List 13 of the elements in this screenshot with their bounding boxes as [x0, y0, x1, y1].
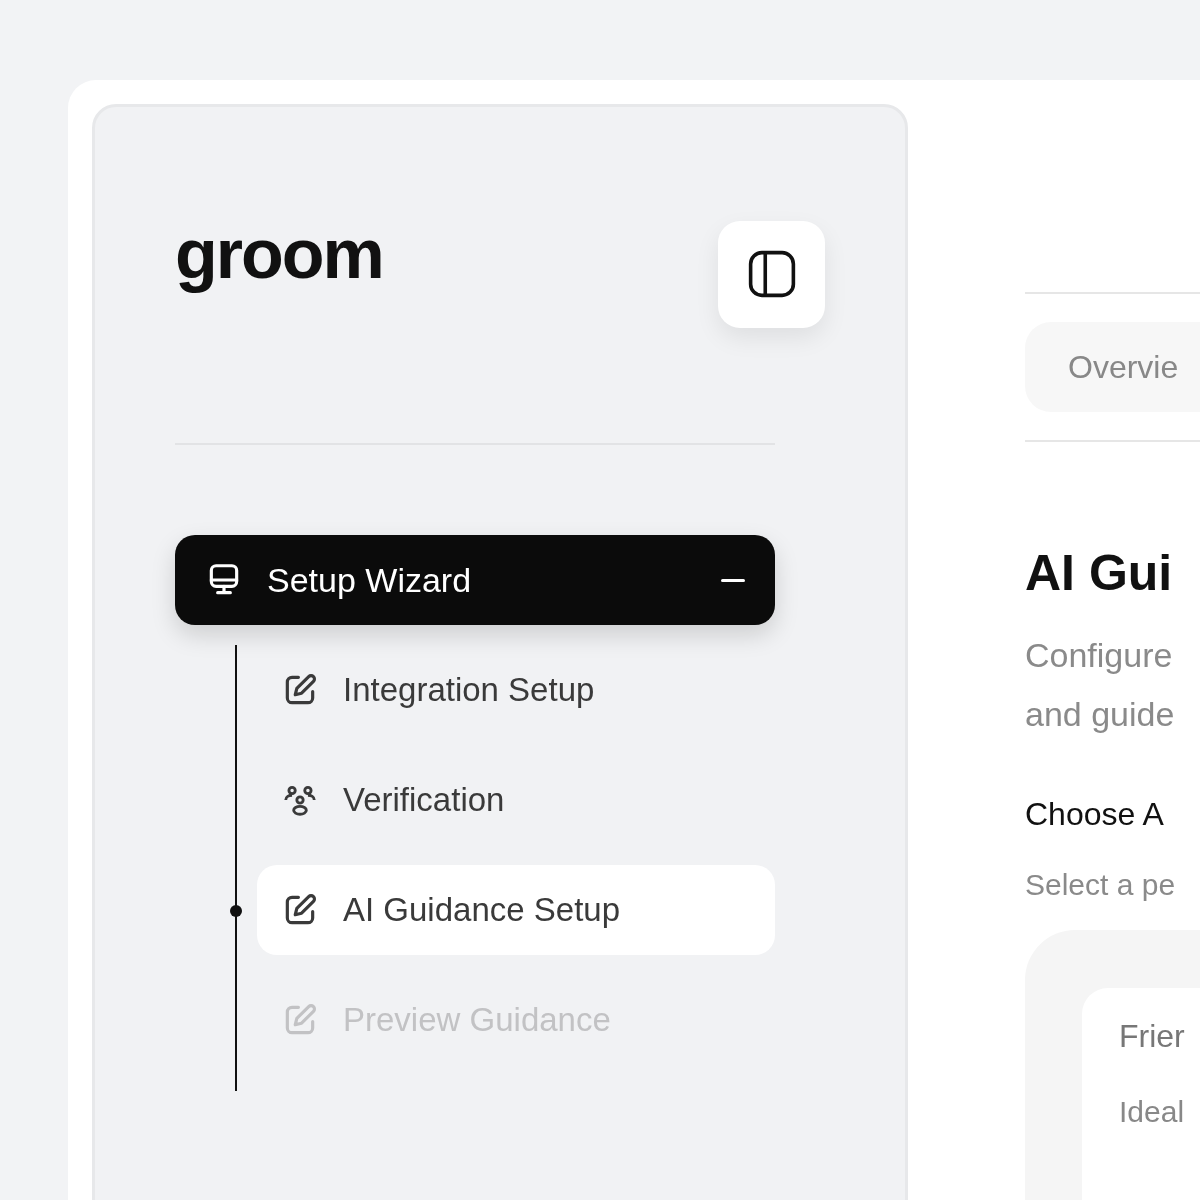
nav-group-header[interactable]: Setup Wizard [175, 535, 775, 625]
description-line: and guide [1025, 694, 1176, 735]
section-hint: Select a pe [1025, 870, 1177, 900]
option-card[interactable]: Frier Ideal [1082, 988, 1200, 1200]
nav-item[interactable]: Verification [257, 755, 775, 845]
collapse-icon[interactable] [721, 578, 745, 582]
option-title: Frier [1119, 1018, 1186, 1055]
section-title: Choose A [1025, 798, 1165, 830]
nav-item[interactable]: Integration Setup [257, 645, 775, 735]
page-title: AI Gui [1025, 548, 1174, 598]
sidebar-toggle-button[interactable] [718, 220, 825, 328]
description-line: Configure [1025, 635, 1174, 676]
option-text: Ideal [1119, 1095, 1186, 1129]
